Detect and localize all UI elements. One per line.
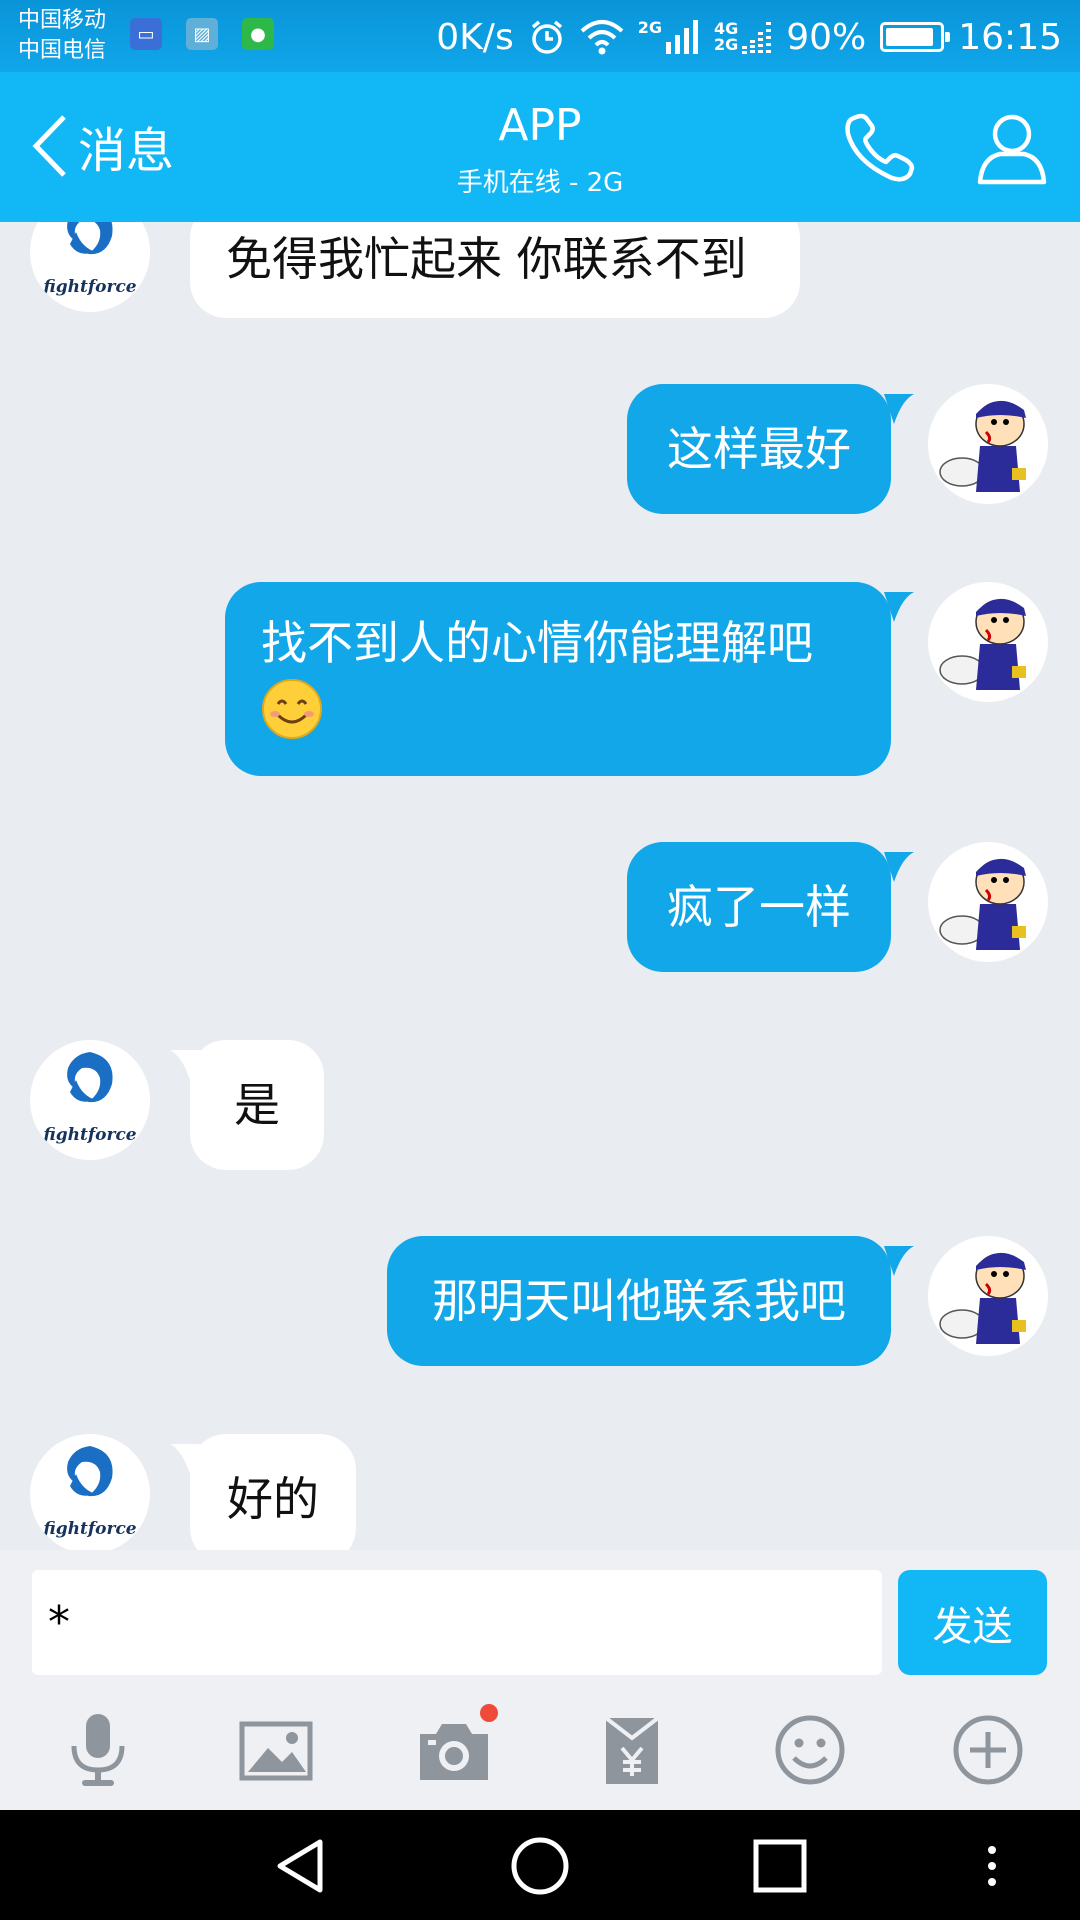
contact-avatar[interactable]: fightforce [30,1040,150,1160]
signal-bars-dotted-icon [742,22,772,54]
work-app-icon: ▭ [130,18,162,50]
home-circle-icon[interactable] [508,1834,572,1898]
message-text: 是 [234,1078,280,1132]
back-triangle-icon[interactable] [268,1834,332,1898]
sim1-net-type: 2G [637,18,662,37]
chat-header: 消息 APP 手机在线 - 2G [0,72,1080,222]
system-navigation-bar [0,1810,1080,1920]
composer-toolbar [0,1680,1080,1810]
emoji-icon[interactable] [770,1710,850,1790]
message-text: 好的 [227,1472,319,1526]
message-bubble[interactable]: 免得我忙起来 你联系不到 [190,222,800,318]
cartoon-boy-avatar-icon [939,858,1026,950]
carrier-1: 中国移动 [18,8,107,33]
camera-button[interactable] [414,1704,498,1790]
status-bar: 中国移动 中国电信 ▭ ▨ ● 0K/s 2G 4G 2G 90% 16:15 [0,0,1080,72]
clock: 16:15 [958,16,1062,58]
signal-bars-icon [665,20,698,54]
bubble-tail [884,1246,914,1276]
fightforce-logo-icon: fightforce [42,1052,137,1145]
image-icon[interactable] [236,1710,316,1790]
carrier-2: 中国电信 [18,38,107,63]
svg-text:fightforce: fightforce [42,1125,136,1145]
message-list[interactable]: fightforce 免得我忙起来 你联系不到 这样最好 找不到人的心情你能理解… [0,222,1080,1550]
signal-sim1: 2G [638,20,700,54]
wechat-icon: ● [242,18,274,50]
bubble-tail [884,394,914,424]
signal-sim2: 4G 2G [714,20,772,54]
microphone-icon[interactable] [58,1710,138,1790]
contact-avatar[interactable]: fightforce [30,1434,150,1550]
wifi-icon [580,20,624,55]
sim2-net-bottom: 2G [713,35,739,54]
svg-text:fightforce: fightforce [42,1519,136,1539]
message-bubble[interactable]: 好的 [190,1434,356,1550]
message-bubble[interactable]: 那明天叫他联系我吧 [387,1236,891,1366]
status-right: 0K/s 2G 4G 2G 90% 16:15 [436,10,1062,64]
message-text: 这样最好 [667,422,851,476]
alarm-icon [531,20,562,54]
plus-icon[interactable] [948,1710,1028,1790]
fightforce-logo-icon: fightforce [42,222,137,297]
message-bubble[interactable]: 疯了一样 [627,842,891,972]
more-vertical-icon[interactable] [960,1834,1024,1898]
message-text: 找不到人的心情你能理解吧 [261,616,813,670]
cartoon-boy-avatar-icon [939,598,1026,690]
gallery-icon: ▨ [186,18,218,50]
my-avatar[interactable] [928,582,1048,702]
recents-square-icon[interactable] [748,1834,812,1898]
fightforce-logo-icon: fightforce [42,1446,137,1539]
profile-icon[interactable] [972,108,1052,188]
cartoon-boy-avatar-icon [939,1252,1026,1344]
message-bubble[interactable]: 找不到人的心情你能理解吧 [225,582,891,776]
smile-emoji-icon [261,678,855,739]
contact-avatar[interactable]: fightforce [30,222,150,312]
red-packet-icon[interactable] [592,1710,672,1790]
camera-icon [420,1724,488,1780]
my-avatar[interactable] [928,384,1048,504]
bubble-tail [884,852,914,882]
new-badge-dot [480,1704,498,1722]
composer: 发送 [0,1550,1080,1680]
message-text: 那明天叫他联系我吧 [432,1274,846,1328]
battery-icon [880,22,951,52]
message-text: 疯了一样 [667,880,851,934]
phone-icon[interactable] [840,108,920,188]
message-input[interactable] [32,1570,882,1675]
my-avatar[interactable] [928,842,1048,962]
notification-icons: ▭ ▨ ● [130,18,274,50]
message-bubble[interactable]: 这样最好 [627,384,891,514]
cartoon-boy-avatar-icon [939,400,1026,492]
net-speed: 0K/s [436,16,514,58]
bubble-tail [884,592,914,622]
my-avatar[interactable] [928,1236,1048,1356]
message-bubble[interactable]: 是 [190,1040,324,1170]
battery-percent: 90% [786,16,867,58]
send-button[interactable]: 发送 [898,1570,1047,1675]
carrier-info: 中国移动 中国电信 [18,6,106,66]
message-text: 免得我忙起来 你联系不到 [226,232,747,286]
svg-text:fightforce: fightforce [42,277,136,297]
